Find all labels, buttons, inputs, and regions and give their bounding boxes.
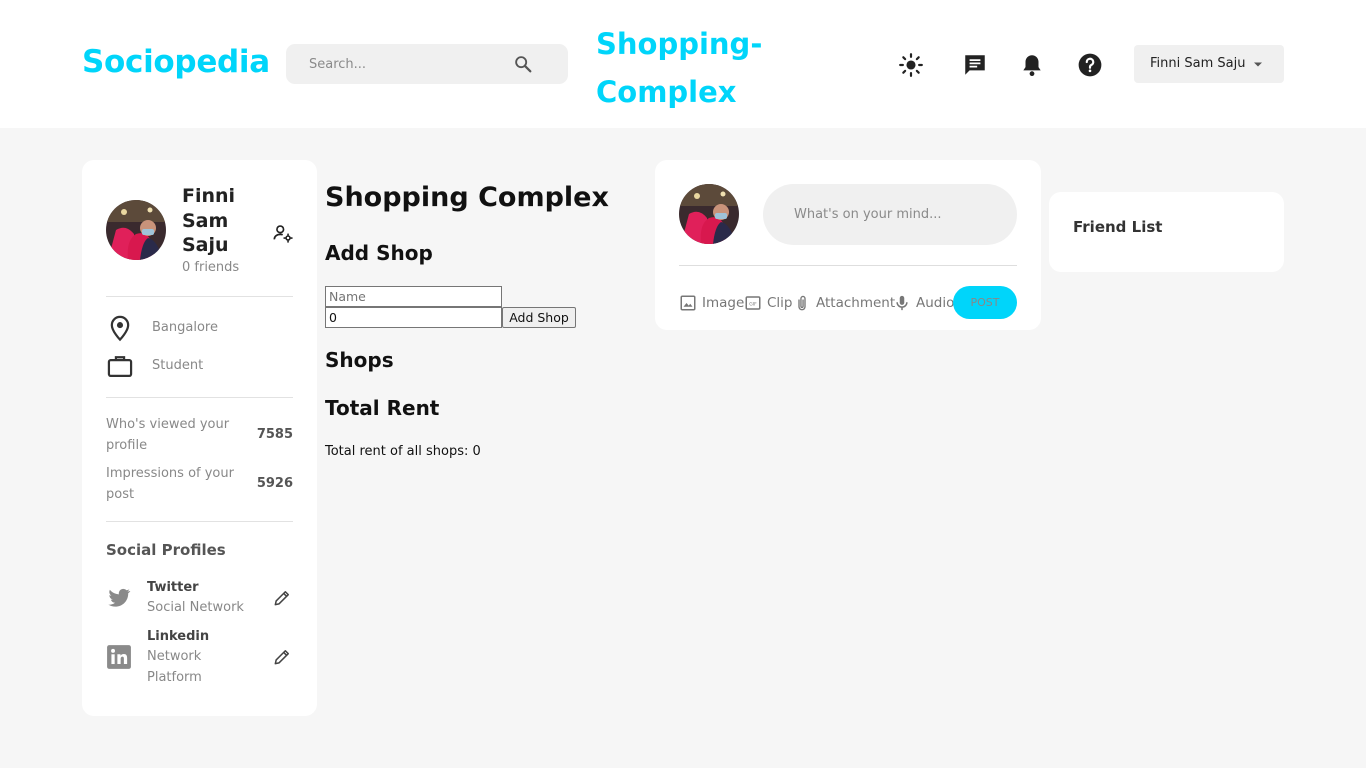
social-desc-linkedin: Network Platform bbox=[147, 649, 202, 685]
total-rent-heading: Total Rent bbox=[325, 396, 440, 420]
shop-name-input[interactable] bbox=[325, 286, 502, 307]
divider bbox=[679, 265, 1017, 266]
stat-label-impressions: Impressions of your post bbox=[106, 466, 234, 502]
divider bbox=[106, 397, 293, 398]
twitter-icon bbox=[106, 585, 132, 611]
search-bar bbox=[286, 44, 568, 84]
social-name-twitter[interactable]: Twitter bbox=[147, 580, 199, 595]
social-profiles-title: Social Profiles bbox=[106, 541, 226, 559]
gif-icon: GIF bbox=[744, 294, 762, 312]
stat-value-profile-views: 7585 bbox=[256, 427, 293, 442]
manage-account-icon[interactable] bbox=[272, 222, 294, 244]
svg-text:GIF: GIF bbox=[749, 301, 757, 307]
light-mode-icon[interactable] bbox=[898, 52, 924, 78]
audio-tool-label: Audio bbox=[916, 295, 955, 311]
stat-value-impressions: 5926 bbox=[256, 476, 293, 491]
location-text: Bangalore bbox=[152, 320, 218, 335]
chevron-down-icon bbox=[1250, 56, 1266, 72]
brand-logo[interactable]: Sociopedia bbox=[82, 44, 270, 80]
divider bbox=[106, 521, 293, 522]
linkedin-icon bbox=[106, 644, 132, 670]
profile-name[interactable]: Finni Sam Saju bbox=[182, 184, 262, 258]
stat-label-profile-views: Who's viewed your profile bbox=[106, 417, 230, 453]
attachment-tool-label: Attachment bbox=[816, 295, 896, 311]
top-navbar: Sociopedia Shopping-Complex Finni Sam Sa… bbox=[0, 0, 1366, 128]
search-icon[interactable] bbox=[512, 53, 534, 75]
social-desc-twitter: Social Network bbox=[147, 600, 244, 615]
friend-list-card: Friend List bbox=[1049, 192, 1284, 272]
post-composer-card: Image GIF Clip Attachment Audio POST bbox=[655, 160, 1041, 330]
add-shop-heading: Add Shop bbox=[325, 241, 433, 265]
post-input[interactable] bbox=[794, 204, 994, 224]
image-icon bbox=[679, 294, 697, 312]
user-dropdown-label: Finni Sam Saju bbox=[1150, 56, 1246, 71]
profile-card: Finni Sam Saju 0 friends Bangalore Stude… bbox=[82, 160, 317, 716]
shopping-complex-title: Shopping Complex bbox=[325, 182, 609, 213]
notification-bell-icon[interactable] bbox=[1019, 52, 1045, 78]
edit-twitter-icon[interactable] bbox=[272, 588, 292, 608]
user-dropdown[interactable]: Finni Sam Saju bbox=[1134, 45, 1284, 83]
clip-tool-label: Clip bbox=[767, 295, 793, 311]
shop-rent-input[interactable] bbox=[325, 307, 502, 328]
post-input-wrapper bbox=[763, 184, 1017, 245]
shops-heading: Shops bbox=[325, 348, 394, 372]
location-pin-icon bbox=[106, 314, 134, 342]
social-name-linkedin[interactable]: Linkedin bbox=[147, 629, 209, 644]
occupation-text: Student bbox=[152, 358, 204, 373]
friend-list-title: Friend List bbox=[1073, 218, 1163, 236]
post-button[interactable]: POST bbox=[953, 286, 1017, 319]
divider bbox=[106, 296, 293, 297]
help-icon[interactable] bbox=[1077, 52, 1103, 78]
image-tool-label: Image bbox=[702, 295, 745, 311]
avatar[interactable] bbox=[679, 184, 739, 244]
paperclip-icon bbox=[793, 294, 811, 312]
add-shop-button[interactable]: Add Shop bbox=[502, 307, 576, 328]
microphone-icon bbox=[893, 294, 911, 312]
briefcase-icon bbox=[106, 352, 134, 380]
total-rent-text: Total rent of all shops: 0 bbox=[325, 444, 481, 459]
page-heading: Shopping-Complex bbox=[596, 27, 763, 109]
message-icon[interactable] bbox=[962, 52, 988, 78]
avatar[interactable] bbox=[106, 200, 166, 260]
friends-count: 0 friends bbox=[182, 260, 240, 275]
search-input[interactable] bbox=[309, 54, 509, 74]
edit-linkedin-icon[interactable] bbox=[272, 647, 292, 667]
